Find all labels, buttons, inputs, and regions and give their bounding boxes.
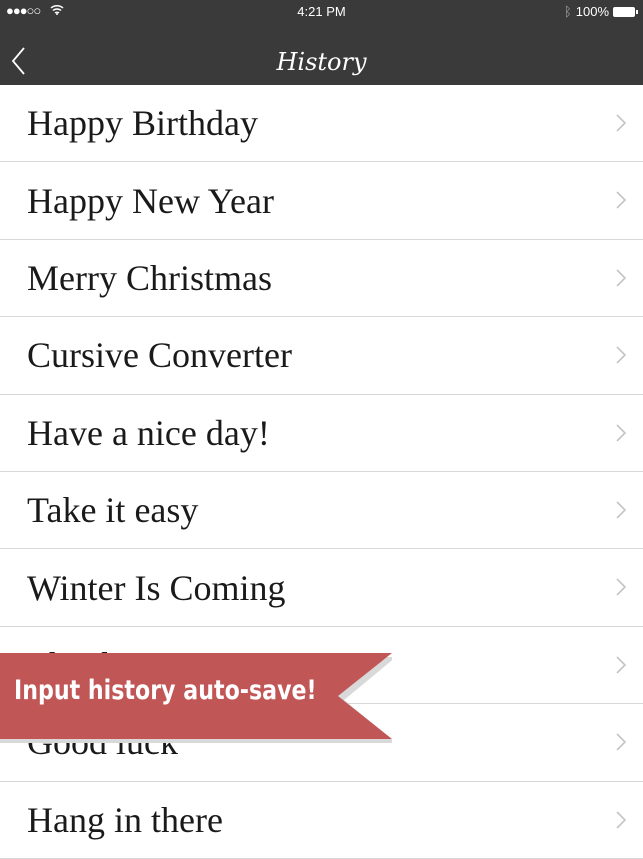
chevron-right-icon [616,191,627,209]
list-item-label: Hang in there [27,799,223,840]
list-item-label: Happy New Year [27,180,274,221]
list-item-label: Take it easy [27,490,199,531]
list-item-label: Winter Is Coming [27,567,286,608]
list-item-label: Cursive Converter [27,335,292,376]
clock: 4:21 PM [297,4,346,19]
page-title: History [276,48,367,76]
chevron-right-icon [616,810,627,829]
list-item[interactable]: Hang in there [0,782,643,859]
chevron-right-icon [616,423,627,442]
list-item[interactable]: Happy New Year [0,162,643,240]
chevron-right-icon [616,346,627,364]
chevron-right-icon [616,114,627,132]
list-item-label: Have a nice day! [27,412,270,453]
list-item[interactable]: Winter Is Coming [0,549,643,627]
list-item[interactable]: Take it easy [0,472,643,550]
list-item-label: Happy Birthday [27,103,258,144]
battery-percent: 100% [575,4,609,19]
chevron-right-icon [616,656,627,674]
chevron-right-icon [616,733,627,751]
chevron-right-icon [616,578,627,596]
battery-icon [613,6,638,17]
header: ●●●○○ 4:21 PM ᛒ 100% History [0,0,643,85]
status-bar: ●●●○○ 4:21 PM ᛒ 100% [0,0,643,22]
chevron-right-icon [616,501,627,519]
list-item[interactable]: Have a nice day! [0,395,643,472]
navigation-bar: History [0,22,643,85]
bluetooth-icon: ᛒ [563,4,572,19]
promo-ribbon-banner: Input history auto-save! [0,653,392,743]
banner-text: Input history auto-save! [14,675,317,706]
list-item[interactable]: Happy Birthday [0,85,643,163]
chevron-right-icon [616,269,627,287]
list-item[interactable]: Merry Christmas [0,240,643,318]
list-item-label: Merry Christmas [27,257,272,298]
list-item[interactable]: Cursive Converter [0,317,643,395]
